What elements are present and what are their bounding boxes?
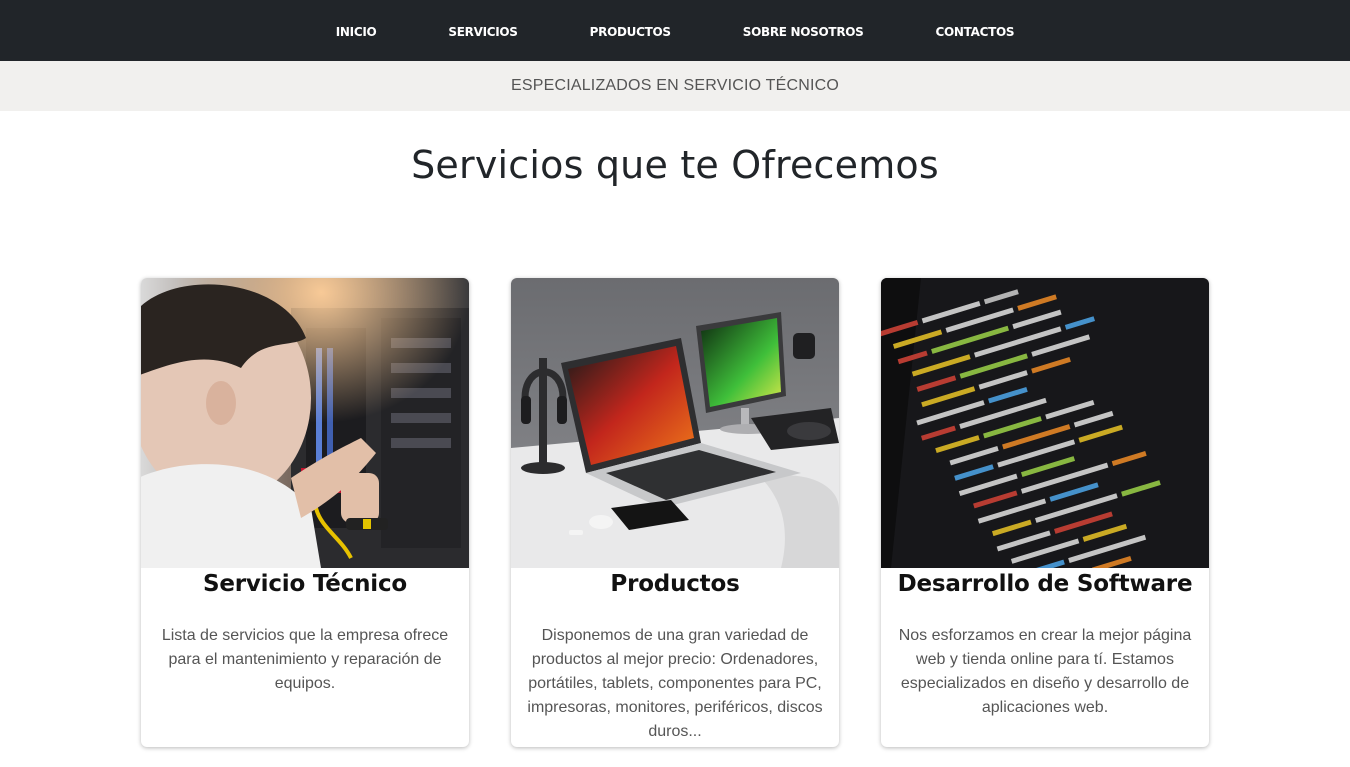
card-title: Productos: [610, 571, 740, 597]
technician-image: [141, 278, 469, 568]
nav-link-inicio[interactable]: INICIO: [336, 25, 377, 39]
laptop-desk-image: [511, 278, 839, 568]
section-title: Servicios que te Ofrecemos: [411, 143, 939, 187]
nav-link-servicios[interactable]: SERVICIOS: [448, 25, 518, 39]
tagline-text: ESPECIALIZADOS EN SERVICIO TÉCNICO: [510, 77, 840, 94]
card-description: Disponemos de una gran variedad de produ…: [527, 627, 823, 740]
service-card-servicio-tecnico: Servicio Técnico Lista de servicios que …: [141, 278, 469, 747]
nav-link-productos[interactable]: PRODUCTOS: [590, 25, 671, 39]
card-title: Servicio Técnico: [202, 571, 408, 597]
nav-link-sobre-nosotros[interactable]: SOBRE NOSOTROS: [743, 25, 864, 39]
card-title: Desarrollo de Software: [897, 571, 1193, 597]
card-description: Lista de servicios que la empresa ofrece…: [161, 627, 449, 692]
card-description: Nos esforzamos en crear la mejor página …: [898, 627, 1192, 716]
service-card-productos: Productos Disponemos de una gran varieda…: [511, 278, 839, 747]
nav-link-contactos[interactable]: CONTACTOS: [936, 25, 1015, 39]
main-navbar: INICIO SERVICIOS PRODUCTOS SOBRE NOSOTRO…: [0, 0, 1350, 61]
service-card-desarrollo-software: Desarrollo de Software Nos esforzamos en…: [881, 278, 1209, 747]
tagline-banner: ESPECIALIZADOS EN SERVICIO TÉCNICO: [0, 61, 1350, 111]
code-screen-image: [881, 278, 1209, 568]
